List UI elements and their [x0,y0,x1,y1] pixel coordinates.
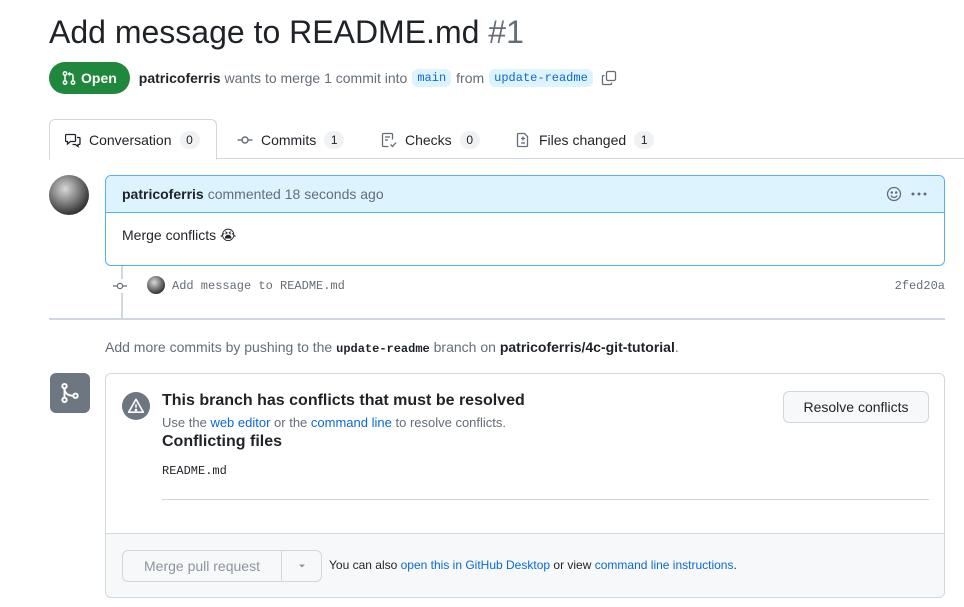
resolve-conflicts-button[interactable]: Resolve conflicts [783,391,929,423]
tab-commits[interactable]: Commits 1 [237,119,345,160]
tab-counter: 0 [179,130,200,149]
tab-label: Files changed [539,131,627,148]
tab-checks[interactable]: Checks 0 [381,119,480,160]
comment-time[interactable]: 18 seconds ago [285,186,384,202]
timeline-divider [49,318,945,320]
tab-counter: 0 [459,130,480,149]
pr-meta: Open patricoferris wants to merge 1 comm… [49,62,617,94]
tab-counter: 1 [324,130,345,149]
git-merge-icon [50,373,90,413]
footer-prefix: You can also [329,558,398,572]
conflict-sub-prefix: Use the [162,415,207,430]
github-desktop-link[interactable]: open this in GitHub Desktop [401,558,550,572]
conflict-subtitle: Use the web editor or the command line t… [162,415,506,430]
command-line-instructions-link[interactable]: command line instructions [595,558,734,572]
command-line-link[interactable]: command line [311,415,392,430]
web-editor-link[interactable]: web editor [210,415,270,430]
head-branch[interactable]: update-readme [489,69,593,87]
conflict-sub-suffix: to resolve conflicts. [395,415,507,430]
merge-text: wants to merge 1 commit into [224,70,408,86]
kebab-horizontal-icon[interactable] [910,186,928,202]
comment-box: patricoferris commented 18 seconds ago M… [105,175,945,266]
commit-message[interactable]: Add message to README.md [172,279,345,293]
merge-footer: Merge pull request You can also open thi… [106,533,944,597]
base-branch[interactable]: main [412,69,452,87]
tab-counter: 1 [634,130,655,149]
footer-mid: or view [553,558,592,572]
tab-conversation[interactable]: Conversation 0 [49,119,217,160]
pr-tabs: Conversation 0 Commits 1 Checks 0 Files … [49,119,964,160]
git-commit-icon [113,279,127,293]
copy-icon[interactable] [601,70,617,86]
pr-title-text: Add message to README.md [49,14,480,50]
conflicting-files-title: Conflicting files [162,433,282,450]
commit-sha[interactable]: 2fed20a [895,279,945,293]
footer-suffix: . [733,558,737,572]
state-badge: Open [49,62,130,94]
comment-body: Merge conflicts 😭 [122,227,237,243]
conflict-sub-mid: or the [274,415,308,430]
comment-discussion-icon [65,133,81,148]
tab-label: Checks [405,131,452,148]
tab-label: Conversation [89,131,172,148]
conflicting-file: README.md [162,464,227,478]
push-hint-middle: branch on [433,339,496,355]
triangle-down-icon [298,564,305,568]
comment-author[interactable]: patricoferris [122,186,204,202]
merge-from-text: from [456,70,485,86]
merge-footer-text: You can also open this in GitHub Desktop… [329,558,737,572]
file-diff-icon [516,132,529,147]
push-hint-repo[interactable]: patricoferris/4c-git-tutorial [500,339,675,355]
tab-files-changed[interactable]: Files changed 1 [515,119,655,160]
alert-icon [122,392,150,420]
state-label: Open [81,70,117,86]
merge-pull-request-button[interactable]: Merge pull request [123,551,281,581]
commit-row: Add message to README.md 2fed20a [105,274,945,298]
conflict-title: This branch has conflicts that must be r… [162,392,525,409]
pr-number: #1 [488,14,524,50]
comment-action: commented [207,186,281,202]
merge-box: This branch has conflicts that must be r… [105,373,945,598]
commit-avatar[interactable] [147,276,165,294]
conflict-divider [162,499,929,500]
pr-title: Add message to README.md #1 [49,14,524,51]
comment-header: patricoferris commented 18 seconds ago [106,176,944,213]
git-pull-request-icon [62,71,76,85]
merge-button-group: Merge pull request [122,550,322,582]
push-hint-branch: update-readme [336,342,430,356]
push-hint-suffix: . [674,339,679,355]
pr-author-link[interactable]: patricoferris [139,70,221,86]
avatar[interactable] [49,175,89,215]
push-hint-prefix: Add more commits by pushing to the [105,339,333,355]
push-hint: Add more commits by pushing to the updat… [105,339,679,356]
checklist-icon [381,132,397,147]
merge-method-dropdown[interactable] [281,551,321,581]
tab-label: Commits [261,131,317,148]
smiley-icon[interactable] [886,186,902,202]
git-commit-icon [237,135,253,144]
